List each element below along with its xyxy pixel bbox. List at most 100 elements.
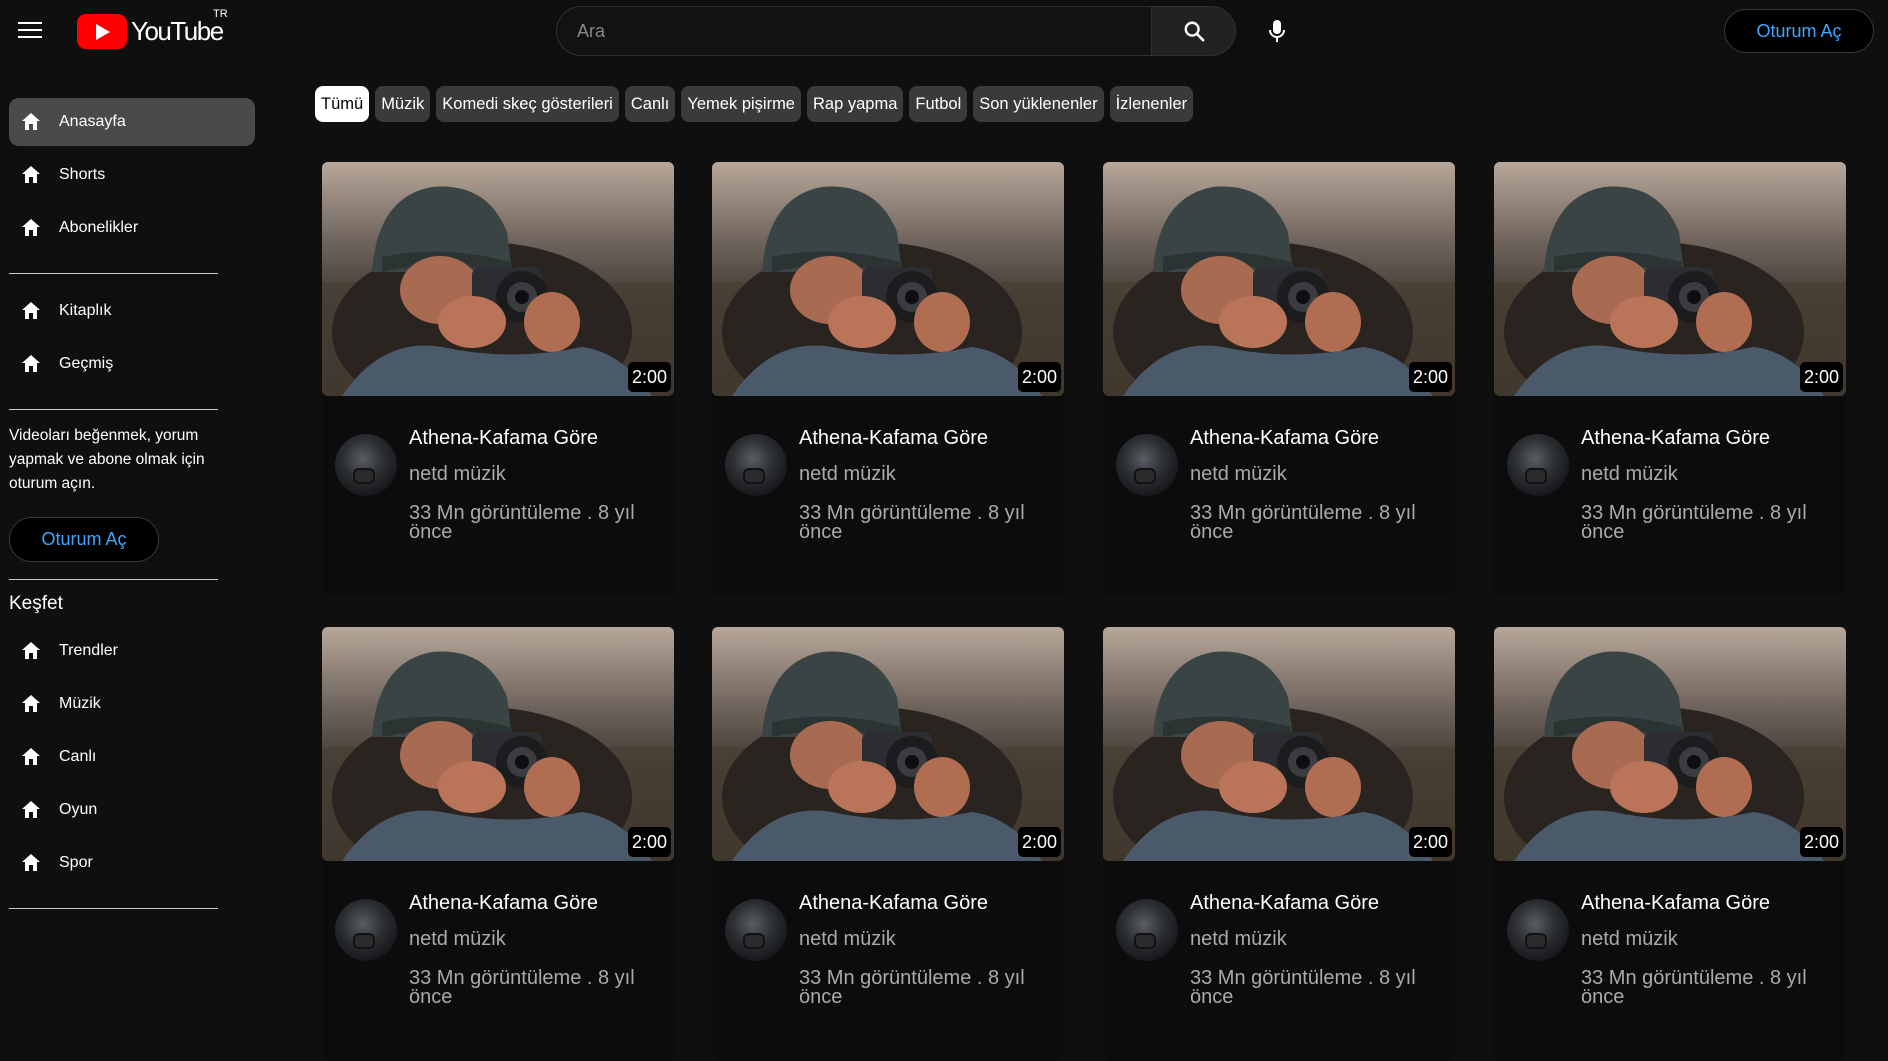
duration-badge: 2:00 bbox=[1408, 362, 1452, 392]
sign-in-button[interactable]: Oturum Aç bbox=[1724, 9, 1874, 53]
sidebar-item-history[interactable]: Geçmiş bbox=[9, 340, 255, 388]
video-title[interactable]: Athena-Kafama Göre bbox=[1581, 892, 1770, 915]
sidebar-divider bbox=[9, 273, 218, 274]
channel-name[interactable]: netd müzik bbox=[799, 928, 896, 951]
sidebar-item-sports[interactable]: Spor bbox=[9, 839, 255, 887]
sidebar-item-label: Geçmiş bbox=[59, 355, 114, 372]
sidebar-item-trending[interactable]: Trendler bbox=[9, 627, 255, 675]
channel-avatar[interactable] bbox=[1507, 434, 1569, 496]
video-title[interactable]: Athena-Kafama Göre bbox=[1190, 892, 1379, 915]
home-icon bbox=[22, 355, 40, 372]
sidebar-divider bbox=[9, 409, 218, 410]
sidebar-item-music[interactable]: Müzik bbox=[9, 680, 255, 728]
video-card[interactable]: 2:00 Athena-Kafama Göre netd müzik 33 Mn… bbox=[1494, 162, 1846, 596]
channel-avatar[interactable] bbox=[725, 434, 787, 496]
home-icon bbox=[22, 801, 40, 818]
sidebar-sign-in-button[interactable]: Oturum Aç bbox=[9, 517, 159, 562]
video-card[interactable]: 2:00 Athena-Kafama Göre netd müzik 33 Mn… bbox=[1494, 627, 1846, 1061]
video-thumbnail[interactable]: 2:00 bbox=[1494, 162, 1846, 396]
video-card[interactable]: 2:00 Athena-Kafama Göre netd müzik 33 Mn… bbox=[322, 162, 674, 596]
chip-live[interactable]: Canlı bbox=[624, 86, 676, 122]
channel-avatar[interactable] bbox=[1116, 899, 1178, 961]
video-title[interactable]: Athena-Kafama Göre bbox=[799, 892, 988, 915]
channel-name[interactable]: netd müzik bbox=[1581, 463, 1678, 486]
sidebar-item-label: Shorts bbox=[59, 166, 106, 183]
sidebar-item-label: Müzik bbox=[59, 695, 101, 712]
video-thumbnail[interactable]: 2:00 bbox=[1103, 627, 1455, 861]
video-title[interactable]: Athena-Kafama Göre bbox=[1581, 427, 1770, 450]
explore-heading: Keşfet bbox=[9, 593, 63, 614]
menu-icon[interactable] bbox=[18, 22, 42, 40]
voice-search-button[interactable] bbox=[1262, 12, 1292, 50]
thumbnail-image bbox=[1494, 627, 1846, 861]
thumbnail-image bbox=[1103, 627, 1455, 861]
channel-avatar[interactable] bbox=[725, 899, 787, 961]
channel-name[interactable]: netd müzik bbox=[409, 463, 506, 486]
duration-badge: 2:00 bbox=[1408, 827, 1452, 857]
chip-comedy[interactable]: Komedi skeç gösterileri bbox=[436, 86, 619, 122]
sidebar: Anasayfa Shorts Abonelikler Kitaplık Geç… bbox=[0, 62, 260, 913]
video-title[interactable]: Athena-Kafama Göre bbox=[409, 892, 598, 915]
thumbnail-image bbox=[1494, 162, 1846, 396]
chip-rap[interactable]: Rap yapma bbox=[807, 86, 904, 122]
home-icon bbox=[22, 642, 40, 659]
sidebar-item-label: Anasayfa bbox=[59, 113, 126, 130]
duration-badge: 2:00 bbox=[1799, 827, 1843, 857]
video-title[interactable]: Athena-Kafama Göre bbox=[409, 427, 598, 450]
channel-avatar[interactable] bbox=[1507, 899, 1569, 961]
home-icon bbox=[22, 113, 40, 130]
sidebar-item-subscriptions[interactable]: Abonelikler bbox=[9, 204, 255, 252]
chip-recently-uploaded[interactable]: Son yüklenenler bbox=[973, 86, 1104, 122]
video-thumbnail[interactable]: 2:00 bbox=[1103, 162, 1455, 396]
channel-name[interactable]: netd müzik bbox=[1190, 928, 1287, 951]
video-card[interactable]: 2:00 Athena-Kafama Göre netd müzik 33 Mn… bbox=[1103, 627, 1455, 1061]
home-icon bbox=[22, 854, 40, 871]
duration-badge: 2:00 bbox=[1799, 362, 1843, 392]
video-title[interactable]: Athena-Kafama Göre bbox=[799, 427, 988, 450]
channel-avatar[interactable] bbox=[335, 899, 397, 961]
search-input[interactable] bbox=[556, 6, 1151, 56]
sidebar-item-label: Kitaplık bbox=[59, 302, 112, 319]
video-title[interactable]: Athena-Kafama Göre bbox=[1190, 427, 1379, 450]
channel-name[interactable]: netd müzik bbox=[799, 463, 896, 486]
video-thumbnail[interactable]: 2:00 bbox=[322, 627, 674, 861]
video-card[interactable]: 2:00 Athena-Kafama Göre netd müzik 33 Mn… bbox=[322, 627, 674, 1061]
chip-music[interactable]: Müzik bbox=[375, 86, 431, 122]
home-icon bbox=[22, 695, 40, 712]
sidebar-item-library[interactable]: Kitaplık bbox=[9, 287, 255, 335]
channel-name[interactable]: netd müzik bbox=[409, 928, 506, 951]
video-thumbnail[interactable]: 2:00 bbox=[322, 162, 674, 396]
sign-in-note: Videoları beğenmek, yorum yapmak ve abon… bbox=[9, 427, 205, 492]
video-card[interactable]: 2:00 Athena-Kafama Göre netd müzik 33 Mn… bbox=[1103, 162, 1455, 596]
sidebar-item-home[interactable]: Anasayfa bbox=[9, 98, 255, 146]
video-thumbnail[interactable]: 2:00 bbox=[712, 162, 1064, 396]
channel-avatar[interactable] bbox=[335, 434, 397, 496]
chip-football[interactable]: Futbol bbox=[909, 86, 968, 122]
channel-name[interactable]: netd müzik bbox=[1190, 463, 1287, 486]
logo-text: YouTube bbox=[131, 16, 224, 46]
channel-avatar[interactable] bbox=[1116, 434, 1178, 496]
chip-cooking[interactable]: Yemek pişirme bbox=[681, 86, 801, 122]
search-button[interactable] bbox=[1151, 6, 1236, 56]
home-icon bbox=[22, 219, 40, 236]
sidebar-item-shorts[interactable]: Shorts bbox=[9, 151, 255, 199]
duration-badge: 2:00 bbox=[627, 362, 671, 392]
video-card[interactable]: 2:00 Athena-Kafama Göre netd müzik 33 Mn… bbox=[712, 627, 1064, 1061]
sidebar-item-live[interactable]: Canlı bbox=[9, 733, 255, 781]
sidebar-item-label: Abonelikler bbox=[59, 219, 139, 236]
youtube-play-icon bbox=[77, 14, 127, 49]
home-icon bbox=[22, 748, 40, 765]
chip-watched[interactable]: İzlenenler bbox=[1109, 86, 1194, 122]
video-card[interactable]: 2:00 Athena-Kafama Göre netd müzik 33 Mn… bbox=[712, 162, 1064, 596]
video-thumbnail[interactable]: 2:00 bbox=[1494, 627, 1846, 861]
home-icon bbox=[22, 302, 40, 319]
video-thumbnail[interactable]: 2:00 bbox=[712, 627, 1064, 861]
sidebar-item-label: Oyun bbox=[59, 801, 98, 818]
sidebar-item-label: Trendler bbox=[59, 642, 118, 659]
top-bar: YouTube TR Oturum Aç bbox=[0, 0, 1888, 62]
region-code: TR bbox=[213, 8, 228, 20]
chip-all[interactable]: Tümü bbox=[315, 86, 370, 122]
youtube-logo[interactable]: YouTube TR bbox=[77, 8, 228, 49]
sidebar-item-gaming[interactable]: Oyun bbox=[9, 786, 255, 834]
channel-name[interactable]: netd müzik bbox=[1581, 928, 1678, 951]
